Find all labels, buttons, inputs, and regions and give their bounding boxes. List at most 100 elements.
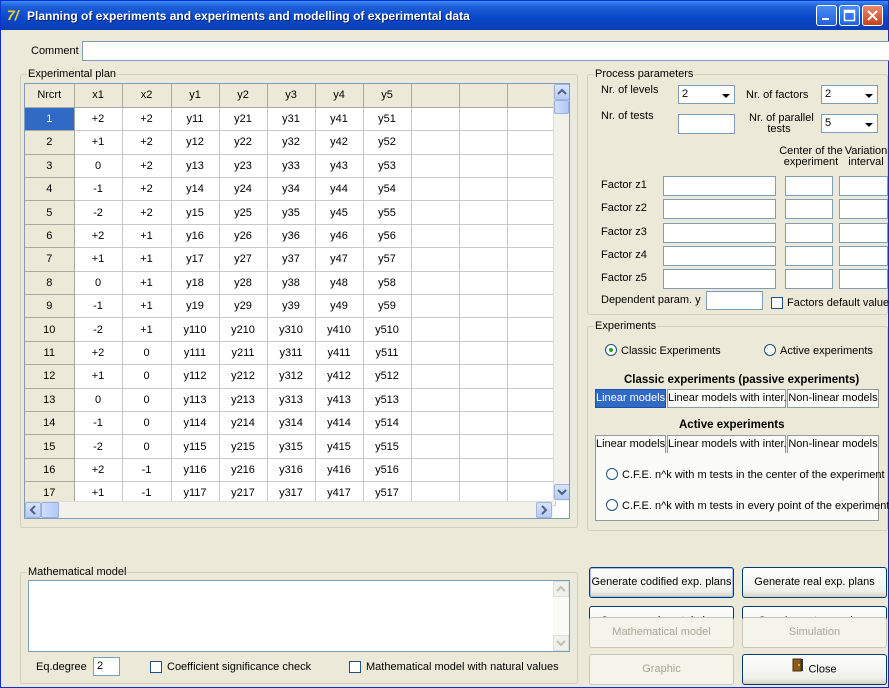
table-cell[interactable]: y516 xyxy=(363,458,412,483)
table-cell[interactable]: +2 xyxy=(74,224,123,249)
table-cell[interactable]: +2 xyxy=(122,130,172,155)
table-cell[interactable]: y115 xyxy=(171,434,220,459)
table-cell[interactable]: y215 xyxy=(219,434,268,459)
table-cell[interactable]: y15 xyxy=(171,200,220,225)
table-cell[interactable] xyxy=(507,247,556,272)
factor-variation-input[interactable] xyxy=(839,269,888,290)
table-cell[interactable]: +1 xyxy=(122,224,172,249)
table-cell[interactable] xyxy=(459,107,508,132)
table-cell[interactable]: y310 xyxy=(267,317,316,342)
table-cell[interactable]: y513 xyxy=(363,388,412,412)
table-cell[interactable]: 0 xyxy=(74,271,123,296)
table-cell[interactable] xyxy=(411,247,460,272)
table-cell[interactable] xyxy=(459,317,508,342)
experimental-plan-grid[interactable]: Nrcrt x1 x2 y1 y2 y3 y4 y5 1 +2 +2 y11 y21 y31 y41 y51… xyxy=(24,83,570,519)
table-cell[interactable]: 0 xyxy=(122,411,172,436)
table-cell[interactable]: +2 xyxy=(122,107,172,132)
table-cell[interactable]: y213 xyxy=(219,388,268,412)
table-cell[interactable] xyxy=(459,341,508,366)
table-cell[interactable]: y47 xyxy=(315,247,364,272)
column-header[interactable]: y2 xyxy=(219,84,268,108)
factor-variation-input[interactable] xyxy=(839,199,888,220)
horizontal-scroll-thumb[interactable] xyxy=(41,502,59,518)
table-row[interactable]: 16 +2 -1 y116 y216 y316 y416 y516 xyxy=(25,458,556,483)
table-cell[interactable]: +1 xyxy=(74,130,123,155)
factor-center-input[interactable] xyxy=(785,199,833,220)
tab-classic-linear-models[interactable]: Linear models xyxy=(595,389,666,408)
table-cell[interactable]: 0 xyxy=(122,388,172,412)
table-cell[interactable] xyxy=(411,200,460,225)
table-cell[interactable] xyxy=(507,411,556,436)
row-number-cell[interactable]: 5 xyxy=(25,200,75,225)
table-cell[interactable]: +2 xyxy=(122,200,172,225)
table-cell[interactable] xyxy=(411,224,460,249)
table-cell[interactable]: y46 xyxy=(315,224,364,249)
table-cell[interactable] xyxy=(459,434,508,459)
table-cell[interactable] xyxy=(459,388,508,412)
row-number-cell[interactable]: 10 xyxy=(25,317,75,342)
row-number-cell[interactable]: 1 xyxy=(25,107,75,132)
table-cell[interactable]: y12 xyxy=(171,130,220,155)
table-cell[interactable]: y113 xyxy=(171,388,220,412)
table-cell[interactable]: y27 xyxy=(219,247,268,272)
factor-variation-input[interactable] xyxy=(839,245,888,266)
table-cell[interactable]: 0 xyxy=(122,341,172,366)
table-cell[interactable]: -2 xyxy=(74,434,123,459)
table-cell[interactable]: 0 xyxy=(122,434,172,459)
eq-degree-input[interactable]: 2 xyxy=(93,657,120,676)
maximize-button[interactable] xyxy=(839,5,860,26)
table-cell[interactable] xyxy=(507,130,556,155)
table-cell[interactable]: y17 xyxy=(171,247,220,272)
table-cell[interactable]: y37 xyxy=(267,247,316,272)
graphic-button[interactable]: Graphic xyxy=(589,654,734,685)
table-cell[interactable] xyxy=(411,177,460,202)
table-cell[interactable] xyxy=(459,271,508,296)
chevron-down-icon[interactable] xyxy=(718,87,733,102)
table-cell[interactable]: y58 xyxy=(363,271,412,296)
scroll-down-icon[interactable] xyxy=(553,635,569,651)
factor-name-input[interactable] xyxy=(663,245,776,266)
row-number-cell[interactable]: 2 xyxy=(25,130,75,155)
column-header[interactable]: x2 xyxy=(122,84,172,108)
table-cell[interactable]: y110 xyxy=(171,317,220,342)
table-cell[interactable] xyxy=(459,294,508,319)
table-cell[interactable] xyxy=(459,224,508,249)
table-cell[interactable]: y515 xyxy=(363,434,412,459)
factor-center-input[interactable] xyxy=(785,176,833,196)
column-header[interactable]: x1 xyxy=(74,84,123,108)
table-cell[interactable]: y25 xyxy=(219,200,268,225)
table-cell[interactable]: y38 xyxy=(267,271,316,296)
row-number-cell[interactable]: 16 xyxy=(25,458,75,483)
row-number-cell[interactable]: 3 xyxy=(25,154,75,179)
table-cell[interactable]: y56 xyxy=(363,224,412,249)
table-cell[interactable]: +1 xyxy=(74,364,123,389)
table-cell[interactable]: y48 xyxy=(315,271,364,296)
table-cell[interactable] xyxy=(507,294,556,319)
table-cell[interactable]: y216 xyxy=(219,458,268,483)
table-cell[interactable]: +1 xyxy=(122,317,172,342)
table-cell[interactable] xyxy=(507,364,556,389)
table-cell[interactable] xyxy=(507,341,556,366)
close-button[interactable]: Close xyxy=(742,654,887,685)
row-number-cell[interactable]: 4 xyxy=(25,177,75,202)
table-cell[interactable] xyxy=(411,154,460,179)
table-cell[interactable]: y112 xyxy=(171,364,220,389)
mathematical-model-button[interactable]: Mathematical model xyxy=(589,617,734,648)
table-cell[interactable]: y51 xyxy=(363,107,412,132)
table-cell[interactable]: y29 xyxy=(219,294,268,319)
table-cell[interactable] xyxy=(507,271,556,296)
table-cell[interactable]: y212 xyxy=(219,364,268,389)
scroll-up-icon[interactable] xyxy=(553,581,569,597)
row-number-cell[interactable]: 7 xyxy=(25,247,75,272)
table-cell[interactable]: y210 xyxy=(219,317,268,342)
table-cell[interactable] xyxy=(411,434,460,459)
factor-name-input[interactable] xyxy=(663,176,776,196)
table-cell[interactable]: -1 xyxy=(122,458,172,483)
dependent-param-input[interactable] xyxy=(706,291,763,310)
table-cell[interactable]: y44 xyxy=(315,177,364,202)
row-number-cell[interactable]: 9 xyxy=(25,294,75,319)
table-cell[interactable]: -2 xyxy=(74,317,123,342)
table-row[interactable]: 12 +1 0 y112 y212 y312 y412 y512 xyxy=(25,364,556,389)
table-cell[interactable]: +2 xyxy=(122,154,172,179)
table-cell[interactable]: y59 xyxy=(363,294,412,319)
